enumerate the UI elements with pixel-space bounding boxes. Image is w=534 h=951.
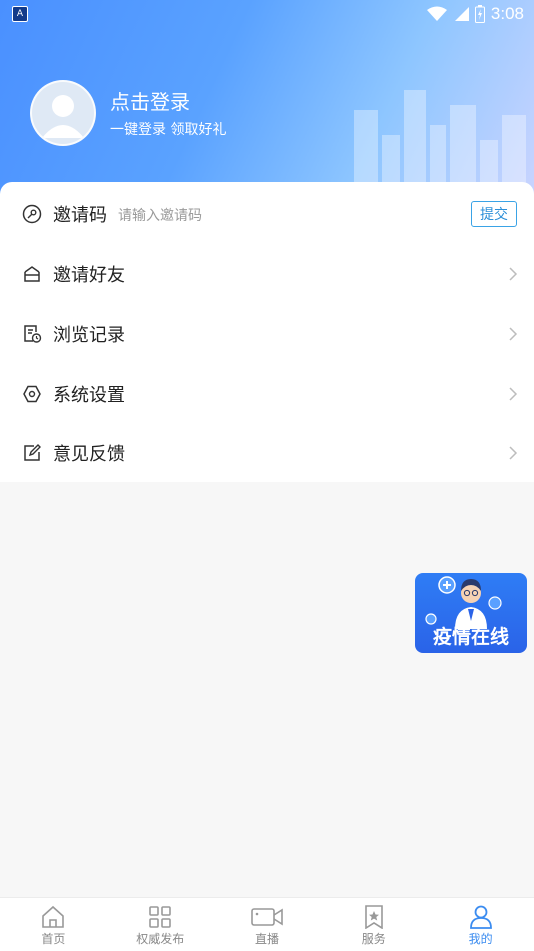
epidemic-online-banner[interactable]: 疫情在线 (415, 573, 527, 653)
clock: 3:08 (490, 4, 524, 23)
submit-button[interactable]: 提交 (471, 201, 517, 227)
profile-header: A 3:08 点击登录 一键登录 领取好礼 (0, 0, 534, 200)
tab-label: 服务 (361, 932, 386, 946)
avatar[interactable] (30, 80, 96, 146)
star-bookmark-icon (364, 905, 383, 929)
login-title[interactable]: 点击登录 (110, 86, 190, 115)
user-icon (469, 905, 492, 929)
home-icon (42, 905, 65, 928)
login-subtitle[interactable]: 一键登录 领取好礼 (110, 119, 226, 139)
menu-item-label: 浏览记录 (53, 325, 125, 346)
default-avatar-icon (42, 95, 84, 138)
feedback-icon (24, 444, 41, 461)
invite-friend-icon (24, 266, 40, 282)
battery-icon (474, 5, 485, 23)
tab-service[interactable]: 服务 (320, 898, 427, 951)
video-icon (251, 908, 283, 926)
invite-code-label: 邀请码 (53, 205, 107, 226)
doctor-illustration-icon (425, 576, 502, 629)
tab-label: 直播 (254, 932, 279, 946)
menu-card: 邀请码 提交 邀请好友 浏览记录 系统设置 (0, 182, 534, 482)
wifi-icon (426, 6, 447, 21)
app-notification-icon: A (12, 6, 28, 22)
invite-code-input[interactable] (118, 204, 418, 228)
menu-item-feedback[interactable]: 意见反馈 (0, 423, 534, 483)
history-icon (24, 325, 42, 343)
key-icon (22, 204, 42, 224)
tab-mine[interactable]: 我的 (427, 898, 534, 951)
chevron-right-icon (509, 327, 518, 341)
system-status: 3:08 (426, 4, 524, 24)
bottom-tab-bar: 首页 权威发布 直播 服务 我的 (0, 897, 534, 951)
tab-home[interactable]: 首页 (0, 898, 107, 951)
tab-authority-release[interactable]: 权威发布 (107, 898, 214, 951)
menu-item-browse-history[interactable]: 浏览记录 (0, 304, 534, 364)
chevron-right-icon (509, 267, 518, 281)
menu-item-system-settings[interactable]: 系统设置 (0, 364, 534, 424)
menu-item-invite-friends[interactable]: 邀请好友 (0, 244, 534, 304)
chevron-right-icon (509, 387, 518, 401)
tab-label: 权威发布 (136, 932, 185, 946)
chevron-right-icon (509, 446, 518, 460)
tab-label: 我的 (468, 932, 493, 946)
tab-label: 首页 (41, 932, 66, 946)
menu-item-label: 邀请好友 (53, 265, 125, 286)
cellular-signal-icon (454, 7, 469, 21)
grid-icon (149, 906, 171, 928)
invite-code-row: 邀请码 提交 (0, 184, 534, 244)
menu-item-label: 意见反馈 (53, 444, 125, 465)
tab-live[interactable]: 直播 (214, 898, 321, 951)
menu-item-label: 系统设置 (53, 385, 125, 406)
banner-title: 疫情在线 (432, 626, 509, 648)
settings-icon (23, 385, 41, 403)
status-bar: A 3:08 (0, 0, 534, 28)
